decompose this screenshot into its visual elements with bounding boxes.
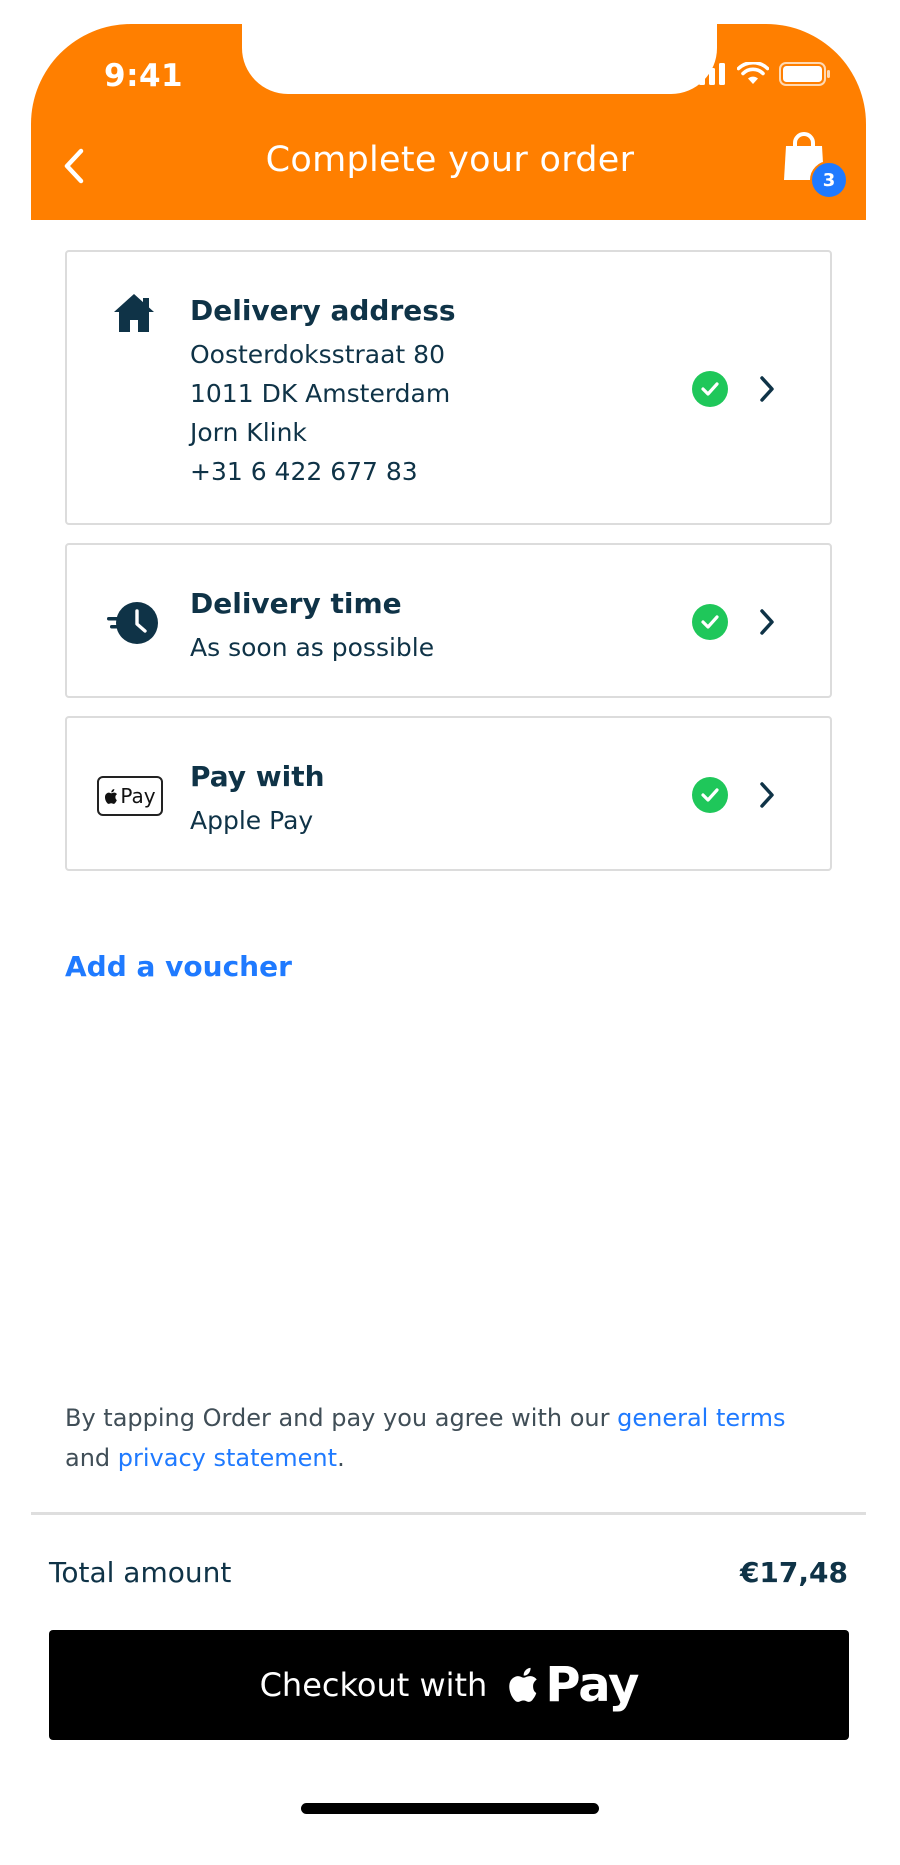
address-phone: +31 6 422 677 83 <box>190 457 418 486</box>
delivery-address-card[interactable]: Delivery address Oosterdoksstraat 80 101… <box>65 250 832 525</box>
cellular-signal-icon <box>689 63 727 85</box>
chevron-right-icon <box>760 376 774 402</box>
checkout-label: Checkout with <box>259 1666 488 1704</box>
home-icon <box>112 292 156 338</box>
cart-count-badge: 3 <box>810 161 848 199</box>
payment-title: Pay with <box>190 760 325 793</box>
total-amount-label: Total amount <box>49 1556 232 1589</box>
divider <box>31 1512 866 1515</box>
terms-suffix: . <box>337 1444 345 1472</box>
apple-logo-icon <box>509 1667 538 1702</box>
delivery-time-title: Delivery time <box>190 587 402 620</box>
general-terms-link[interactable]: general terms <box>617 1404 785 1432</box>
address-name: Jorn Klink <box>190 418 307 447</box>
wifi-icon <box>737 62 769 86</box>
address-street: Oosterdoksstraat 80 <box>190 340 445 369</box>
add-voucher-link[interactable]: Add a voucher <box>65 950 292 983</box>
apple-logo-icon <box>105 788 118 804</box>
payment-card[interactable]: Pay Pay with Apple Pay <box>65 716 832 871</box>
clock-fast-icon <box>107 600 159 650</box>
delivery-time-value: As soon as possible <box>190 633 435 662</box>
apple-pay-wordmark: Pay <box>545 1657 639 1713</box>
device-notch <box>242 24 717 94</box>
home-indicator[interactable] <box>301 1803 599 1814</box>
terms-notice: By tapping Order and pay you agree with … <box>65 1398 845 1478</box>
check-circle-icon <box>692 604 728 640</box>
address-city: 1011 DK Amsterdam <box>190 379 451 408</box>
status-icons <box>689 62 831 86</box>
chevron-right-icon <box>760 782 774 808</box>
terms-middle: and <box>65 1444 118 1472</box>
delivery-time-card[interactable]: Delivery time As soon as possible <box>65 543 832 698</box>
status-time: 9:41 <box>104 58 184 94</box>
header-bar <box>31 24 866 220</box>
apple-pay-badge-label: Pay <box>120 784 156 808</box>
check-circle-icon <box>692 777 728 813</box>
check-circle-icon <box>692 371 728 407</box>
delivery-address-title: Delivery address <box>190 294 456 327</box>
total-amount-value: €17,48 <box>739 1556 848 1589</box>
privacy-statement-link[interactable]: privacy statement <box>118 1444 337 1472</box>
page-title: Complete your order <box>265 140 635 180</box>
chevron-right-icon <box>760 609 774 635</box>
terms-prefix: By tapping Order and pay you agree with … <box>65 1404 618 1432</box>
apple-pay-badge: Pay <box>97 776 163 816</box>
payment-method-value: Apple Pay <box>190 806 314 835</box>
battery-icon <box>779 62 831 86</box>
checkout-apple-pay-button[interactable]: Checkout with Pay <box>49 1630 849 1740</box>
